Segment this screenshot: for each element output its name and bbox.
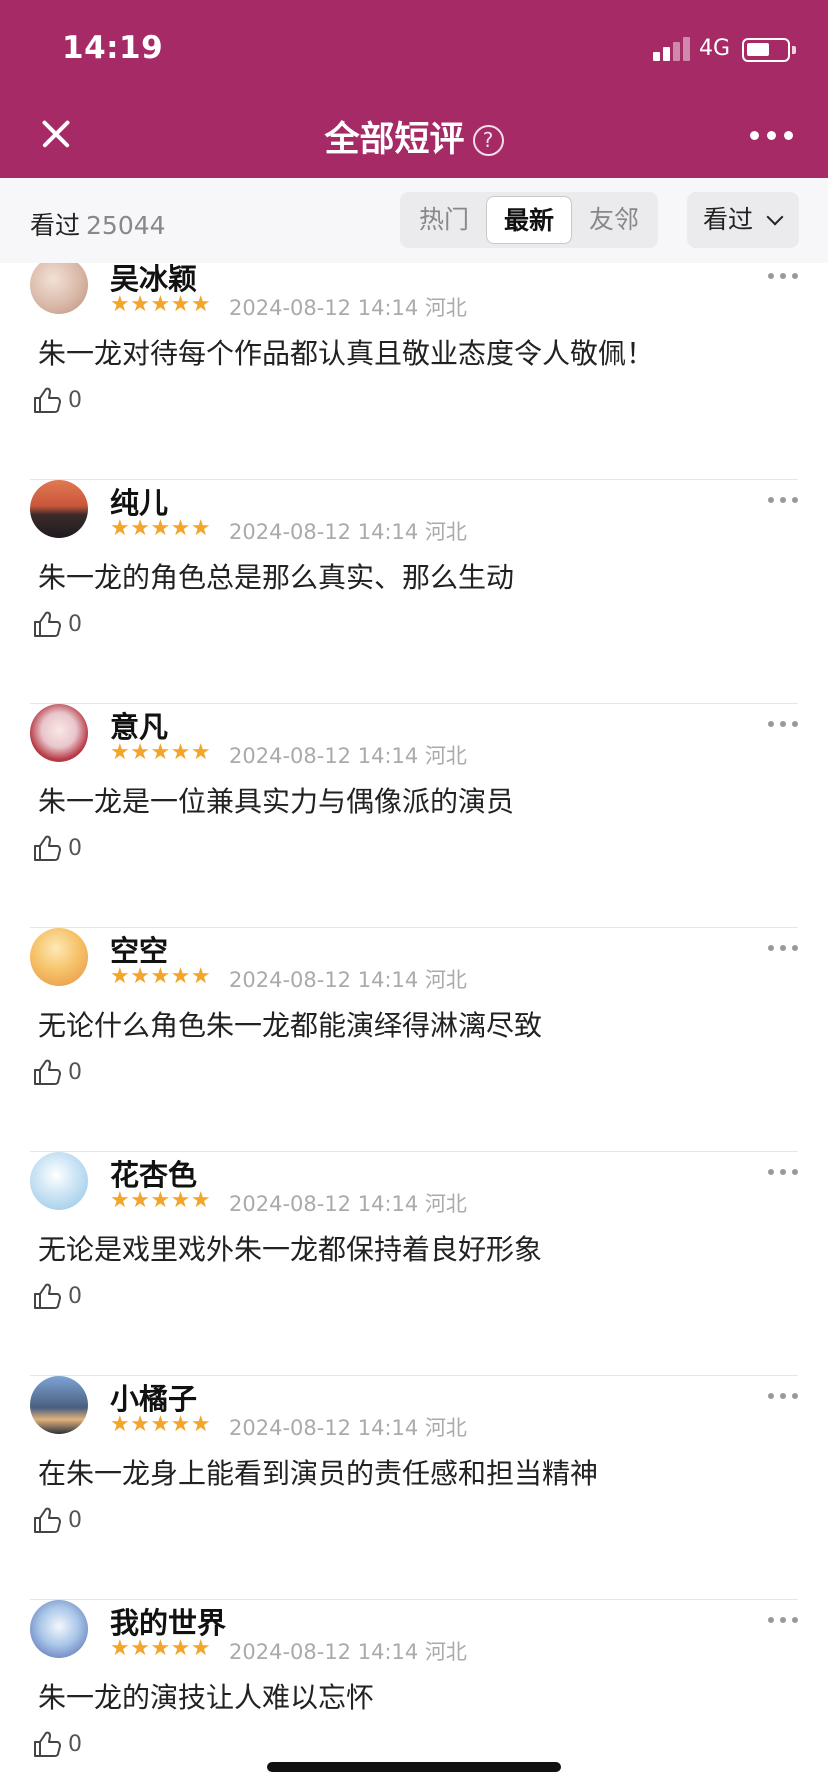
thumbs-up-icon xyxy=(34,835,61,861)
seen-count: 25044 xyxy=(86,211,166,240)
review-meta: 2024-08-12 14:14 河北 xyxy=(229,1188,467,1218)
more-options-icon[interactable] xyxy=(768,1617,798,1625)
avatar[interactable] xyxy=(30,1600,88,1658)
review-location: 河北 xyxy=(424,296,467,320)
thumbs-up-icon xyxy=(34,1283,61,1309)
page-title: 全部短评? xyxy=(0,111,828,162)
review-location: 河北 xyxy=(424,1640,467,1664)
thumbs-up-icon xyxy=(34,611,61,637)
rating-stars: ★★★★★ xyxy=(110,1188,212,1213)
review-meta: 2024-08-12 14:14 河北 xyxy=(229,1636,467,1666)
review-location: 河北 xyxy=(424,520,467,544)
filter-bar: 看过 25044 热门 最新 友邻 看过 xyxy=(0,178,828,263)
like-count: 0 xyxy=(68,1732,82,1757)
review-item: 吴冰颖 ★★★★★ 2024-08-12 14:14 河北 朱一龙对待每个作品都… xyxy=(0,263,828,480)
like-count: 0 xyxy=(68,1284,82,1309)
avatar[interactable] xyxy=(30,263,88,314)
more-options-icon[interactable] xyxy=(768,1393,798,1401)
like-count: 0 xyxy=(68,836,82,861)
review-meta: 2024-08-12 14:14 河北 xyxy=(229,1412,467,1442)
review-content: 朱一龙对待每个作品都认真且敬业态度令人敬佩！ xyxy=(38,337,655,370)
avatar[interactable] xyxy=(30,480,88,538)
review-item: 纯儿 ★★★★★ 2024-08-12 14:14 河北 朱一龙的角色总是那么真… xyxy=(0,480,828,704)
avatar[interactable] xyxy=(30,1376,88,1434)
page-title-text: 全部短评 xyxy=(324,120,465,160)
sort-segmented-control: 热门 最新 友邻 xyxy=(400,192,658,248)
review-content: 朱一龙是一位兼具实力与偶像派的演员 xyxy=(38,785,515,818)
help-icon[interactable]: ? xyxy=(472,125,504,156)
more-options-icon[interactable] xyxy=(768,721,798,729)
review-date: 2024-08-12 14:14 xyxy=(229,968,419,992)
review-content: 朱一龙的演技让人难以忘怀 xyxy=(38,1681,375,1714)
review-item: 小橘子 ★★★★★ 2024-08-12 14:14 河北 在朱一龙身上能看到演… xyxy=(0,1376,828,1600)
review-item: 空空 ★★★★★ 2024-08-12 14:14 河北 无论什么角色朱一龙都能… xyxy=(0,928,828,1152)
rating-stars: ★★★★★ xyxy=(110,740,212,765)
thumbs-up-icon xyxy=(34,387,61,413)
like-count: 0 xyxy=(68,612,82,637)
status-bar: 14:19 4G xyxy=(0,0,828,95)
thumbs-up-icon xyxy=(34,1059,61,1085)
review-date: 2024-08-12 14:14 xyxy=(229,744,419,768)
home-indicator[interactable] xyxy=(267,1762,561,1772)
nav-bar: 全部短评? xyxy=(0,95,828,178)
network-label: 4G xyxy=(699,36,731,61)
seen-label: 看过 xyxy=(30,211,81,240)
review-content: 无论是戏里戏外朱一龙都保持着良好形象 xyxy=(38,1233,543,1266)
review-content: 在朱一龙身上能看到演员的责任感和担当精神 xyxy=(38,1457,599,1490)
thumbs-up-icon xyxy=(34,1731,61,1757)
status-time: 14:19 xyxy=(62,30,164,66)
more-options-icon[interactable] xyxy=(768,497,798,505)
review-content: 朱一龙的角色总是那么真实、那么生动 xyxy=(38,561,515,594)
review-meta: 2024-08-12 14:14 河北 xyxy=(229,292,467,322)
rating-stars: ★★★★★ xyxy=(110,292,212,317)
avatar[interactable] xyxy=(30,704,88,762)
more-options-icon[interactable] xyxy=(768,945,798,953)
review-meta: 2024-08-12 14:14 河北 xyxy=(229,740,467,770)
review-list: 吴冰颖 ★★★★★ 2024-08-12 14:14 河北 朱一龙对待每个作品都… xyxy=(0,263,828,1792)
review-date: 2024-08-12 14:14 xyxy=(229,296,419,320)
watched-dropdown-label: 看过 xyxy=(703,205,754,234)
tab-hot[interactable]: 热门 xyxy=(404,196,484,244)
avatar[interactable] xyxy=(30,1152,88,1210)
rating-stars: ★★★★★ xyxy=(110,516,212,541)
tab-latest[interactable]: 最新 xyxy=(486,196,572,244)
review-location: 河北 xyxy=(424,968,467,992)
review-location: 河北 xyxy=(424,744,467,768)
tab-friends[interactable]: 友邻 xyxy=(574,196,654,244)
review-item: 意凡 ★★★★★ 2024-08-12 14:14 河北 朱一龙是一位兼具实力与… xyxy=(0,704,828,928)
review-date: 2024-08-12 14:14 xyxy=(229,1192,419,1216)
review-date: 2024-08-12 14:14 xyxy=(229,520,419,544)
review-item: 花杏色 ★★★★★ 2024-08-12 14:14 河北 无论是戏里戏外朱一龙… xyxy=(0,1152,828,1376)
seen-summary: 看过 25044 xyxy=(30,206,166,242)
review-location: 河北 xyxy=(424,1416,467,1440)
review-content: 无论什么角色朱一龙都能演绎得淋漓尽致 xyxy=(38,1009,543,1042)
like-count: 0 xyxy=(68,1508,82,1533)
battery-icon xyxy=(742,38,796,62)
review-meta: 2024-08-12 14:14 河北 xyxy=(229,964,467,994)
like-count: 0 xyxy=(68,1060,82,1085)
more-options-icon[interactable] xyxy=(768,273,798,281)
more-options-icon[interactable] xyxy=(750,131,794,143)
rating-stars: ★★★★★ xyxy=(110,964,212,989)
more-options-icon[interactable] xyxy=(768,1169,798,1177)
review-meta: 2024-08-12 14:14 河北 xyxy=(229,516,467,546)
like-count: 0 xyxy=(68,388,82,413)
thumbs-up-icon xyxy=(34,1507,61,1533)
review-date: 2024-08-12 14:14 xyxy=(229,1416,419,1440)
rating-stars: ★★★★★ xyxy=(110,1636,212,1661)
chevron-down-icon xyxy=(766,208,784,226)
signal-icon xyxy=(653,37,691,61)
rating-stars: ★★★★★ xyxy=(110,1412,212,1437)
avatar[interactable] xyxy=(30,928,88,986)
review-location: 河北 xyxy=(424,1192,467,1216)
review-date: 2024-08-12 14:14 xyxy=(229,1640,419,1664)
watched-dropdown[interactable]: 看过 xyxy=(687,192,799,248)
